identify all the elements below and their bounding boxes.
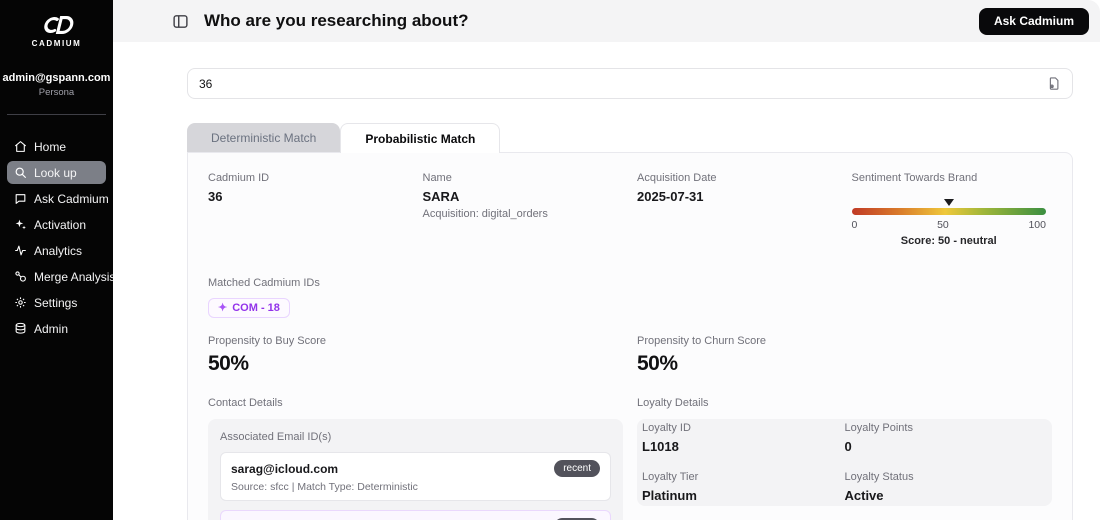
profile-panel: Cadmium ID 36 Name SARA Acquisition: dig… bbox=[187, 152, 1073, 520]
sidebar-item-lookup[interactable]: Look up bbox=[7, 161, 106, 184]
page-header: Who are you researching about? Ask Cadmi… bbox=[113, 0, 1100, 42]
sidebar-item-label: Settings bbox=[34, 295, 78, 310]
field-label: Acquisition Date bbox=[637, 172, 717, 184]
sidebar-item-label: Admin bbox=[34, 321, 69, 336]
ask-cadmium-button[interactable]: Ask Cadmium bbox=[978, 7, 1089, 35]
loyalty-field: Loyalty Points 0 bbox=[844, 422, 913, 454]
file-icon[interactable] bbox=[1046, 76, 1061, 91]
churn-score: Propensity to Churn Score 50% bbox=[637, 335, 1052, 376]
database-icon bbox=[15, 322, 26, 334]
nodes-icon bbox=[15, 271, 26, 282]
sidebar-item-label: Merge Analysis bbox=[34, 269, 116, 284]
recent-badge: recent bbox=[554, 460, 600, 477]
matched-id-badge[interactable]: ✦ COM - 18 bbox=[208, 298, 290, 318]
section-label: Contact Details bbox=[208, 397, 283, 409]
field-cadmium-id: Cadmium ID 36 bbox=[208, 172, 409, 247]
email-address: sarag@icloud.com bbox=[231, 461, 339, 476]
sidebar-item-home[interactable]: Home bbox=[7, 135, 106, 158]
sidebar-item-label: Home bbox=[34, 139, 67, 154]
tab-probabilistic-match[interactable]: Probabilistic Match bbox=[340, 123, 501, 153]
contact-card: Associated Email ID(s) sarag@icloud.com … bbox=[208, 419, 623, 520]
loyalty-field: Loyalty ID L1018 bbox=[642, 422, 691, 454]
field-name: Name SARA Acquisition: digital_orders bbox=[423, 172, 624, 247]
field-label: Name bbox=[422, 172, 452, 184]
loyalty-card: Loyalty ID L1018 Loyalty Points 0 Loyalt… bbox=[637, 419, 1052, 506]
app-window: CADMIUM admin@gspann.com Persona Home Lo… bbox=[0, 0, 1100, 520]
sidebar-toggle-icon[interactable] bbox=[172, 13, 189, 30]
sparkles-icon bbox=[15, 219, 26, 230]
match-tabs: Deterministic Match Probabilistic Match bbox=[187, 123, 1073, 153]
sidebar-item-settings[interactable]: Settings bbox=[7, 291, 106, 314]
details-row: Contact Details Associated Email ID(s) s… bbox=[208, 397, 1052, 520]
loyalty-field: Loyalty Status Active bbox=[844, 471, 914, 503]
field-label: Propensity to Churn Score bbox=[637, 335, 767, 347]
contact-details-section: Contact Details Associated Email ID(s) s… bbox=[208, 397, 623, 520]
field-label: Sentiment Towards Brand bbox=[851, 172, 978, 184]
sidebar-item-label: Look up bbox=[34, 165, 77, 180]
tab-deterministic-match[interactable]: Deterministic Match bbox=[187, 123, 341, 153]
sidebar-item-merge-analysis[interactable]: Merge Analysis bbox=[7, 265, 115, 288]
sidebar-item-label: Ask Cadmium bbox=[34, 191, 109, 206]
sidebar-item-activation[interactable]: Activation bbox=[7, 213, 106, 236]
tick-mid: 50 bbox=[937, 219, 949, 231]
sidebar: CADMIUM admin@gspann.com Persona Home Lo… bbox=[0, 0, 115, 520]
field-label: Matched Cadmium IDs bbox=[208, 277, 320, 289]
user-email: admin@gspann.com bbox=[2, 72, 111, 84]
gear-icon bbox=[15, 297, 26, 308]
field-label: Cadmium ID bbox=[208, 172, 270, 184]
matched-ids-section: Matched Cadmium IDs ✦ COM - 18 bbox=[208, 277, 1052, 318]
sentiment-score-text: Score: 50 - neutral bbox=[900, 235, 997, 247]
sidebar-item-analytics[interactable]: Analytics bbox=[7, 239, 106, 262]
main-area: Who are you researching about? Ask Cadmi… bbox=[113, 0, 1100, 520]
search-input[interactable] bbox=[199, 76, 1046, 91]
acquisition-source: Acquisition: digital_orders bbox=[422, 208, 548, 220]
user-role: Persona bbox=[38, 87, 75, 98]
field-value: 2025-07-31 bbox=[637, 189, 704, 204]
buy-score: Propensity to Buy Score 50% bbox=[208, 335, 623, 376]
loyalty-field: Loyalty Tier Platinum bbox=[642, 471, 699, 503]
churn-score-value: 50% bbox=[637, 352, 678, 375]
chat-icon bbox=[15, 194, 26, 204]
home-icon bbox=[15, 141, 26, 152]
activity-icon bbox=[15, 245, 26, 256]
user-block: admin@gspann.com Persona bbox=[0, 72, 113, 98]
propensity-scores-row: Propensity to Buy Score 50% Propensity t… bbox=[208, 335, 1052, 376]
search-icon bbox=[15, 167, 26, 178]
loyalty-demographics-column: Loyalty Details Loyalty ID L1018 Loyalty… bbox=[637, 397, 1052, 520]
page-title: Who are you researching about? bbox=[204, 11, 469, 30]
content: Deterministic Match Probabilistic Match … bbox=[113, 42, 1100, 520]
field-label: Propensity to Buy Score bbox=[208, 335, 327, 347]
field-value: 36 bbox=[208, 189, 223, 204]
sparkle-icon: ✦ bbox=[218, 301, 228, 314]
section-label: Loyalty Details bbox=[637, 397, 709, 409]
sidebar-menu: Home Look up Ask Cadmium Activation Anal… bbox=[0, 129, 115, 346]
buy-score-value: 50% bbox=[208, 352, 249, 375]
tick-min: 0 bbox=[851, 219, 858, 231]
field-acquisition-date: Acquisition Date 2025-07-31 bbox=[637, 172, 838, 247]
email-row[interactable]: sarag@icloud.com recent Source: sfcc | M… bbox=[220, 452, 611, 501]
brand-name: CADMIUM bbox=[31, 39, 82, 48]
email-source: Source: sfcc | Match Type: Deterministic bbox=[231, 481, 418, 493]
search-box bbox=[187, 68, 1073, 99]
field-value: SARA bbox=[422, 189, 460, 204]
email-row[interactable]: ✦ sara.gomez@live.com recent Source: dig… bbox=[220, 510, 611, 520]
sidebar-item-label: Activation bbox=[34, 217, 87, 232]
cadmium-logo-icon bbox=[43, 16, 73, 34]
sentiment-widget: Sentiment Towards Brand 0 50 100 Score: … bbox=[851, 172, 1053, 247]
sidebar-item-ask-cadmium[interactable]: Ask Cadmium bbox=[7, 187, 109, 210]
tick-max: 100 bbox=[1028, 219, 1046, 231]
sentiment-marker bbox=[943, 199, 954, 206]
sidebar-divider bbox=[7, 114, 106, 115]
emails-label: Associated Email ID(s) bbox=[220, 431, 332, 443]
sidebar-item-admin[interactable]: Admin bbox=[7, 317, 106, 340]
sidebar-item-label: Analytics bbox=[34, 243, 83, 258]
sentiment-gradient-bar bbox=[851, 208, 1046, 215]
sentiment-track bbox=[851, 199, 1046, 215]
matched-id-badge-label: COM - 18 bbox=[232, 302, 280, 314]
brand-logo: CADMIUM bbox=[0, 0, 113, 48]
sentiment-ticks: 0 50 100 bbox=[852, 219, 1047, 231]
profile-summary-row: Cadmium ID 36 Name SARA Acquisition: dig… bbox=[208, 172, 1052, 247]
